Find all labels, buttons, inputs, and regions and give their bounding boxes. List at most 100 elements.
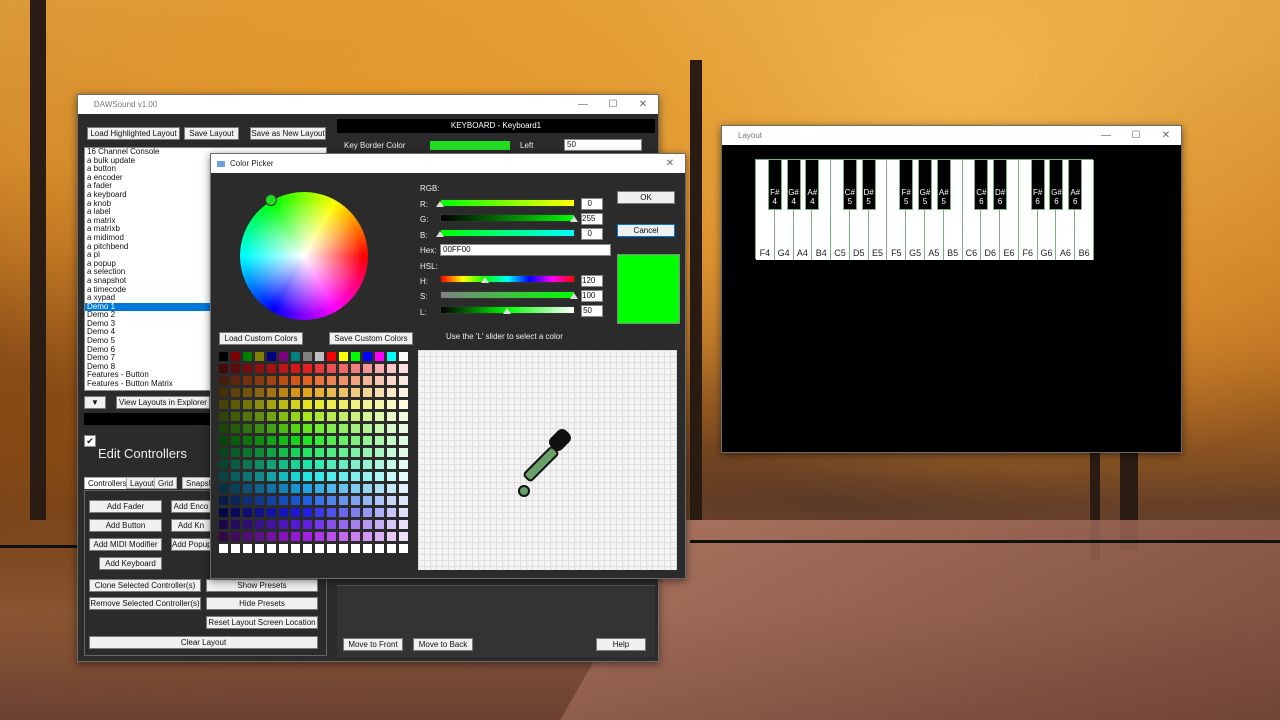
palette-swatch[interactable] bbox=[375, 460, 384, 469]
palette-swatch[interactable] bbox=[363, 400, 372, 409]
load-highlighted-layout-button[interactable]: Load Highlighted Layout bbox=[87, 127, 180, 140]
palette-swatch[interactable] bbox=[327, 352, 336, 361]
palette-swatch[interactable] bbox=[291, 544, 300, 553]
remove-controllers-button[interactable]: Remove Selected Controller(s) bbox=[89, 597, 201, 610]
save-custom-colors-button[interactable]: Save Custom Colors bbox=[329, 332, 413, 345]
palette-swatch[interactable] bbox=[315, 376, 324, 385]
l-input[interactable]: 50 bbox=[581, 305, 603, 317]
add-popup-button[interactable]: Add Popup bbox=[171, 538, 211, 551]
palette-swatch[interactable] bbox=[375, 412, 384, 421]
help-button[interactable]: Help bbox=[596, 638, 646, 651]
g-slider-thumb[interactable] bbox=[570, 216, 578, 222]
palette-swatch[interactable] bbox=[267, 460, 276, 469]
palette-swatch[interactable] bbox=[303, 448, 312, 457]
palette-swatch[interactable] bbox=[255, 352, 264, 361]
palette-swatch[interactable] bbox=[243, 496, 252, 505]
palette-swatch[interactable] bbox=[231, 448, 240, 457]
palette-swatch[interactable] bbox=[303, 472, 312, 481]
palette-swatch[interactable] bbox=[315, 532, 324, 541]
palette-swatch[interactable] bbox=[303, 436, 312, 445]
black-key[interactable]: C# 5 bbox=[842, 160, 857, 210]
add-keyboard-button[interactable]: Add Keyboard bbox=[99, 557, 162, 570]
black-key[interactable]: F# 5 bbox=[899, 160, 914, 210]
palette-swatch[interactable] bbox=[339, 496, 348, 505]
palette-swatch[interactable] bbox=[351, 460, 360, 469]
close-icon[interactable]: ✕ bbox=[1151, 130, 1181, 141]
palette-swatch[interactable] bbox=[315, 520, 324, 529]
palette-swatch[interactable] bbox=[243, 424, 252, 433]
tab-grid[interactable]: Grid bbox=[154, 477, 178, 489]
palette-swatch[interactable] bbox=[375, 496, 384, 505]
palette-swatch[interactable] bbox=[267, 472, 276, 481]
palette-swatch[interactable] bbox=[231, 544, 240, 553]
palette-swatch[interactable] bbox=[231, 364, 240, 373]
palette-swatch[interactable] bbox=[279, 472, 288, 481]
palette-swatch[interactable] bbox=[267, 496, 276, 505]
palette-swatch[interactable] bbox=[267, 544, 276, 553]
s-slider-thumb[interactable] bbox=[570, 293, 578, 299]
palette-swatch[interactable] bbox=[279, 508, 288, 517]
palette-swatch[interactable] bbox=[267, 400, 276, 409]
palette-swatch[interactable] bbox=[387, 508, 396, 517]
palette-swatch[interactable] bbox=[231, 388, 240, 397]
palette-swatch[interactable] bbox=[399, 532, 408, 541]
palette-swatch[interactable] bbox=[315, 412, 324, 421]
palette-swatch[interactable] bbox=[267, 532, 276, 541]
palette-swatch[interactable] bbox=[279, 448, 288, 457]
palette-swatch[interactable] bbox=[279, 520, 288, 529]
palette-swatch[interactable] bbox=[399, 400, 408, 409]
dropdown-button[interactable]: ▼ bbox=[84, 396, 106, 409]
palette-swatch[interactable] bbox=[363, 460, 372, 469]
maximize-icon[interactable]: ☐ bbox=[598, 99, 628, 110]
palette-swatch[interactable] bbox=[231, 460, 240, 469]
b-slider-thumb[interactable] bbox=[436, 231, 444, 237]
palette-swatch[interactable] bbox=[255, 436, 264, 445]
palette-swatch[interactable] bbox=[351, 400, 360, 409]
palette-swatch[interactable] bbox=[327, 400, 336, 409]
palette-swatch[interactable] bbox=[339, 364, 348, 373]
minimize-icon[interactable]: — bbox=[1091, 130, 1121, 141]
palette-swatch[interactable] bbox=[399, 484, 408, 493]
palette-swatch[interactable] bbox=[231, 352, 240, 361]
edit-controllers-checkbox[interactable]: ✔ bbox=[84, 435, 96, 447]
palette-swatch[interactable] bbox=[315, 424, 324, 433]
r-slider-thumb[interactable] bbox=[436, 201, 444, 207]
palette-swatch[interactable] bbox=[363, 544, 372, 553]
g-input[interactable]: 255 bbox=[581, 213, 603, 225]
palette-swatch[interactable] bbox=[399, 508, 408, 517]
palette-swatch[interactable] bbox=[363, 436, 372, 445]
palette-swatch[interactable] bbox=[351, 412, 360, 421]
black-key[interactable]: F# 6 bbox=[1030, 160, 1045, 210]
palette-swatch[interactable] bbox=[279, 532, 288, 541]
g-slider[interactable] bbox=[440, 214, 575, 222]
palette-swatch[interactable] bbox=[339, 472, 348, 481]
hex-input[interactable]: 00FF00 bbox=[440, 244, 611, 256]
palette-swatch[interactable] bbox=[243, 364, 252, 373]
add-button-button[interactable]: Add Button bbox=[89, 519, 162, 532]
palette-swatch[interactable] bbox=[255, 424, 264, 433]
palette-swatch[interactable] bbox=[363, 364, 372, 373]
palette-swatch[interactable] bbox=[231, 436, 240, 445]
palette-swatch[interactable] bbox=[327, 460, 336, 469]
color-palette-grid[interactable] bbox=[219, 352, 412, 563]
clear-layout-button[interactable]: Clear Layout bbox=[89, 636, 318, 649]
palette-swatch[interactable] bbox=[267, 436, 276, 445]
palette-swatch[interactable] bbox=[351, 532, 360, 541]
palette-swatch[interactable] bbox=[351, 388, 360, 397]
maximize-icon[interactable]: ☐ bbox=[1121, 130, 1151, 141]
palette-swatch[interactable] bbox=[399, 472, 408, 481]
palette-swatch[interactable] bbox=[339, 424, 348, 433]
palette-swatch[interactable] bbox=[243, 388, 252, 397]
left-input[interactable]: 50 bbox=[564, 139, 642, 151]
palette-swatch[interactable] bbox=[387, 496, 396, 505]
palette-swatch[interactable] bbox=[279, 376, 288, 385]
palette-swatch[interactable] bbox=[327, 532, 336, 541]
palette-swatch[interactable] bbox=[291, 364, 300, 373]
palette-swatch[interactable] bbox=[363, 388, 372, 397]
palette-swatch[interactable] bbox=[303, 508, 312, 517]
palette-swatch[interactable] bbox=[291, 532, 300, 541]
palette-swatch[interactable] bbox=[291, 460, 300, 469]
palette-swatch[interactable] bbox=[363, 376, 372, 385]
palette-swatch[interactable] bbox=[291, 352, 300, 361]
palette-swatch[interactable] bbox=[339, 508, 348, 517]
